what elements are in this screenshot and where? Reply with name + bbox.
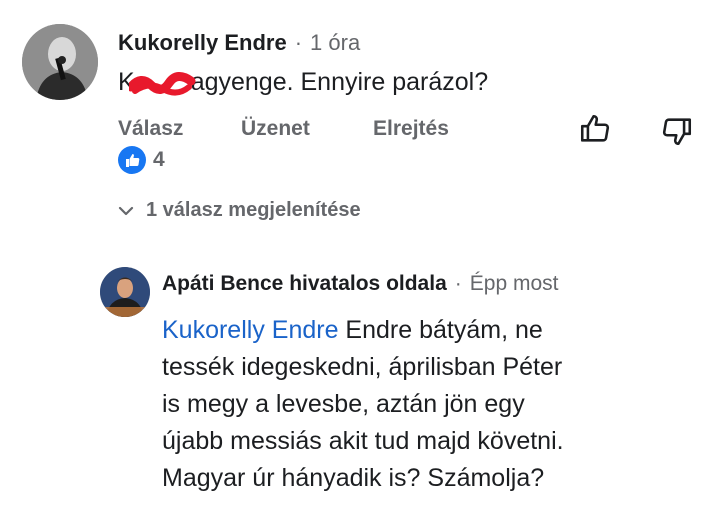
reply-line: is megy a levesbe, aztán jön egy — [162, 390, 525, 418]
reply-line: Magyar úr hányadik is? Számolja? — [162, 464, 545, 492]
comment-header: Kukorelly Endre · 1 óra — [118, 30, 360, 56]
avatar-photo — [100, 267, 150, 317]
reply-line: tessék idegeskedni, áprilisban Péter — [162, 353, 563, 381]
reply-button[interactable]: Válasz — [118, 117, 183, 141]
comment-author-avatar[interactable] — [22, 24, 98, 100]
dislike-button[interactable] — [660, 114, 694, 153]
reply-separator: · — [454, 272, 462, 295]
hide-button[interactable]: Elrejtés — [373, 117, 449, 141]
reply-timestamp[interactable]: Épp most — [470, 272, 559, 296]
red-scribble-redaction — [128, 72, 196, 96]
thumbs-down-outline-icon — [662, 118, 692, 146]
chevron-down-icon — [118, 206, 134, 215]
redacted-word — [128, 71, 196, 96]
reply-header: Apáti Bence hivatalos oldala · Épp most — [162, 272, 558, 296]
reply-author-avatar[interactable] — [100, 267, 150, 317]
show-replies-label: 1 válasz megjelenítése — [146, 199, 361, 221]
thumbs-up-outline-icon — [580, 114, 610, 142]
avatar-photo — [22, 24, 98, 100]
comment-text-end: agyenge. Ennyire parázol? — [190, 68, 489, 96]
reply-author-name[interactable]: Apáti Bence hivatalos oldala — [162, 272, 447, 296]
reply-text: Kukorelly Endre Endre bátyám, ne tessék … — [162, 312, 712, 497]
comment-separator: · — [294, 30, 303, 55]
mention-link[interactable]: Kukorelly Endre — [162, 316, 338, 344]
like-reaction-icon — [118, 146, 146, 174]
comment-timestamp[interactable]: 1 óra — [310, 30, 360, 56]
comment-author-name[interactable]: Kukorelly Endre — [118, 30, 287, 56]
reply-line: újabb messiás akit tud majd követni. — [162, 427, 564, 455]
reaction-summary[interactable]: 4 — [118, 146, 165, 174]
show-replies-toggle[interactable]: 1 válasz megjelenítése — [118, 199, 361, 222]
message-button[interactable]: Üzenet — [241, 117, 310, 141]
reaction-count: 4 — [153, 148, 165, 171]
like-button[interactable] — [578, 112, 612, 151]
reply-line: Endre bátyám, ne — [338, 316, 543, 344]
comment-text: Kagyenge. Ennyire parázol? — [118, 68, 488, 96]
